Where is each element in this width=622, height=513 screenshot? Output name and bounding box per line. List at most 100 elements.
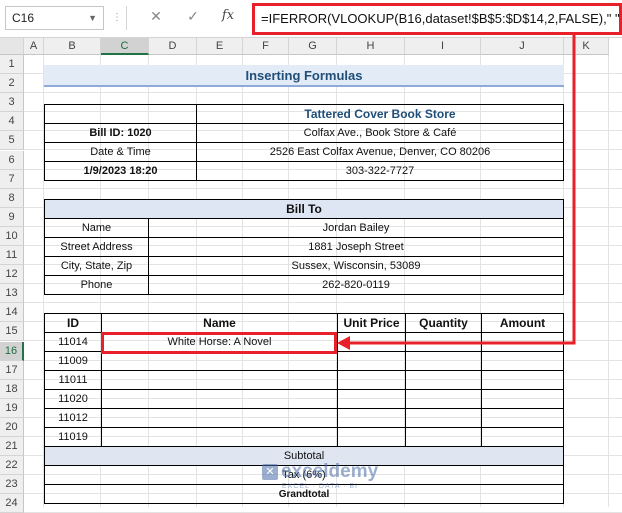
store-phone: 303-322-7727: [196, 161, 564, 181]
row-header-19[interactable]: 19: [0, 399, 24, 418]
item-quantity[interactable]: [405, 389, 482, 409]
row-header-12[interactable]: 12: [0, 265, 24, 284]
row-header-23[interactable]: 23: [0, 475, 24, 494]
item-unit-price[interactable]: [337, 332, 406, 352]
name-label: Name: [44, 218, 149, 238]
col-header-a[interactable]: A: [24, 38, 44, 55]
item-quantity[interactable]: [405, 427, 482, 447]
col-header-i[interactable]: I: [405, 38, 481, 55]
item-id: 11011: [44, 370, 102, 390]
item-id: 11020: [44, 389, 102, 409]
row-header-8[interactable]: 8: [0, 189, 24, 208]
select-all-corner[interactable]: [0, 38, 24, 55]
item-quantity[interactable]: [405, 408, 482, 428]
row-header-5[interactable]: 5: [0, 131, 24, 150]
row-header-1[interactable]: 1: [0, 55, 24, 74]
date-time-value: 1/9/2023 18:20: [44, 161, 197, 181]
sheet-title: Inserting Formulas: [44, 65, 564, 87]
enter-icon[interactable]: ✓: [183, 8, 203, 25]
row-header-22[interactable]: 22: [0, 456, 24, 475]
city-value: Sussex, Wisconsin, 53089: [148, 256, 564, 276]
chevron-down-icon[interactable]: ▼: [88, 7, 97, 29]
item-id: 11014: [44, 332, 102, 352]
col-id-header: ID: [44, 313, 102, 333]
watermark: ✕ exceldemy EXCEL · DATA · BI: [262, 461, 392, 491]
item-name[interactable]: [101, 351, 338, 371]
col-header-b[interactable]: B: [44, 38, 101, 55]
row-header-6[interactable]: 6: [0, 151, 24, 170]
col-name-header: Name: [101, 313, 338, 333]
formula-input[interactable]: =IFERROR(VLOOKUP(B16,dataset!$B$5:$D$14,…: [252, 3, 622, 35]
item-amount[interactable]: [481, 370, 564, 390]
col-header-h[interactable]: H: [337, 38, 405, 55]
item-name[interactable]: [101, 408, 338, 428]
row-header-21[interactable]: 21: [0, 437, 24, 456]
row-header-16[interactable]: 16: [0, 342, 24, 361]
divider: [126, 6, 127, 30]
drag-handle-icon[interactable]: ⋮: [112, 12, 122, 23]
item-unit-price[interactable]: [337, 389, 406, 409]
row-header-20[interactable]: 20: [0, 418, 24, 437]
col-header-k[interactable]: K: [564, 38, 609, 55]
city-label: City, State, Zip: [44, 256, 149, 276]
item-unit-price[interactable]: [337, 408, 406, 428]
store-address-1: Colfax Ave., Book Store & Café: [196, 123, 564, 143]
col-amount-header: Amount: [481, 313, 564, 333]
item-unit-price[interactable]: [337, 370, 406, 390]
col-quantity-header: Quantity: [405, 313, 482, 333]
col-header-j[interactable]: J: [481, 38, 564, 55]
col-header-d[interactable]: D: [149, 38, 197, 55]
row-header-3[interactable]: 3: [0, 93, 24, 112]
row-header-13[interactable]: 13: [0, 284, 24, 303]
insert-function-icon[interactable]: fx: [218, 8, 238, 23]
row-header-18[interactable]: 18: [0, 380, 24, 399]
item-name[interactable]: [101, 389, 338, 409]
item-amount[interactable]: [481, 332, 564, 352]
item-amount[interactable]: [481, 408, 564, 428]
name-box[interactable]: C16 ▼: [5, 6, 104, 30]
item-amount[interactable]: [481, 389, 564, 409]
item-unit-price[interactable]: [337, 351, 406, 371]
cancel-icon[interactable]: ✕: [146, 8, 166, 25]
formula-bar: C16 ▼ ⋮ ✕ ✓ fx =IFERROR(VLOOKUP(B16,data…: [0, 0, 622, 38]
store-address-2: 2526 East Colfax Avenue, Denver, CO 8020…: [196, 142, 564, 162]
phone-value: 262-820-0119: [148, 275, 564, 295]
col-unit-price-header: Unit Price: [337, 313, 406, 333]
col-header-c[interactable]: C: [101, 38, 149, 55]
date-time-label: Date & Time: [44, 142, 197, 162]
bill-to-header: Bill To: [44, 199, 564, 219]
item-quantity[interactable]: [405, 351, 482, 371]
item-amount[interactable]: [481, 351, 564, 371]
watermark-brand: exceldemy: [281, 461, 379, 482]
row-header-9[interactable]: 9: [0, 208, 24, 227]
phone-label: Phone: [44, 275, 149, 295]
row-header-24[interactable]: 24: [0, 494, 24, 513]
watermark-tagline: EXCEL · DATA · BI: [282, 483, 358, 490]
blank-cell[interactable]: [44, 104, 197, 124]
gridline: [24, 188, 622, 189]
row-header-11[interactable]: 11: [0, 246, 24, 265]
row-header-4[interactable]: 4: [0, 112, 24, 131]
name-value: Jordan Bailey: [148, 218, 564, 238]
gridline: [24, 92, 622, 93]
item-unit-price[interactable]: [337, 427, 406, 447]
gridline: [608, 55, 609, 507]
item-id: 11012: [44, 408, 102, 428]
col-header-g[interactable]: G: [289, 38, 337, 55]
row-header-7[interactable]: 7: [0, 170, 24, 189]
row-header-15[interactable]: 15: [0, 322, 24, 341]
row-header-10[interactable]: 10: [0, 227, 24, 246]
item-amount[interactable]: [481, 427, 564, 447]
item-quantity[interactable]: [405, 332, 482, 352]
item-quantity[interactable]: [405, 370, 482, 390]
row-header-14[interactable]: 14: [0, 303, 24, 322]
row-header-17[interactable]: 17: [0, 361, 24, 380]
item-name[interactable]: [101, 427, 338, 447]
row-header-2[interactable]: 2: [0, 74, 24, 93]
col-header-f[interactable]: F: [243, 38, 289, 55]
col-header-e[interactable]: E: [197, 38, 243, 55]
gridline: [24, 302, 622, 303]
item-name[interactable]: [101, 370, 338, 390]
watermark-logo: ✕ exceldemy: [262, 461, 392, 483]
name-box-value: C16: [12, 11, 35, 25]
